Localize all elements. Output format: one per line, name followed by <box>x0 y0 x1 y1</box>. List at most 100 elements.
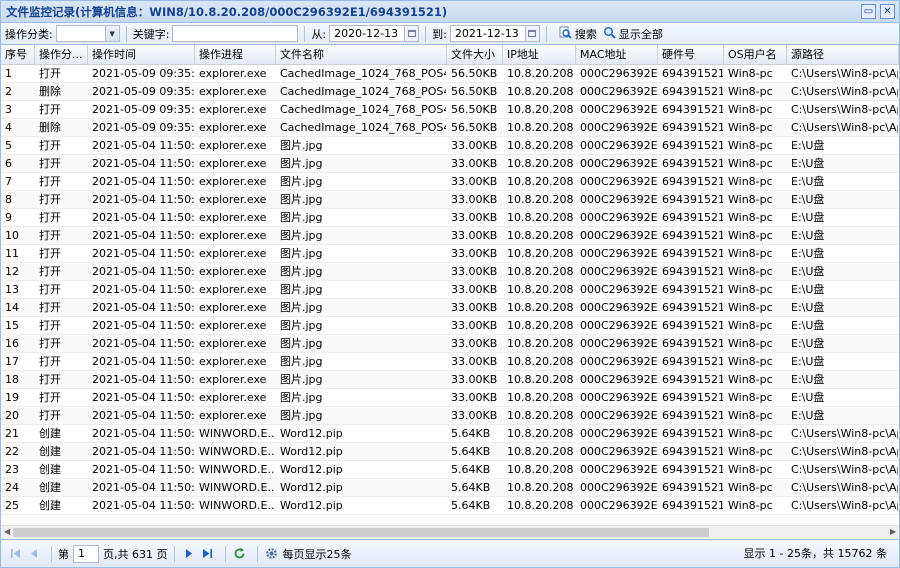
table-cell: Win8-pc <box>728 193 773 206</box>
search-label: 搜索 <box>574 27 597 41</box>
chevron-down-icon[interactable]: ▼ <box>104 26 119 41</box>
table-cell: E:\U盘 <box>791 139 825 152</box>
column-header[interactable]: 操作进程 <box>195 45 276 64</box>
table-cell: 33.00KB <box>451 247 498 260</box>
table-cell: 10.8.20.208 <box>507 121 574 134</box>
table-row[interactable]: 20 打开 2021-05-04 11:50:01 explorer.exe 图片.jp… <box>1 407 899 425</box>
refresh-icon[interactable] <box>232 546 248 562</box>
table-row[interactable]: 13 打开 2021-05-04 11:50:01 explorer.exe 图片.jp… <box>1 281 899 299</box>
table-row[interactable]: 22 创建 2021-05-04 11:50:00 WINWORD.E... Word1… <box>1 443 899 461</box>
table-cell: 2021-05-04 11:50:01 <box>92 319 195 332</box>
table-cell: 图片.jpg <box>280 301 323 314</box>
table-cell: 图片.jpg <box>280 409 323 422</box>
table-cell: explorer.exe <box>199 301 267 314</box>
table-row[interactable]: 23 创建 2021-05-04 11:50:00 WINWORD.E... Word1… <box>1 461 899 479</box>
to-date-field[interactable]: 2021-12-13 <box>449 25 540 42</box>
calendar-icon[interactable] <box>404 26 419 41</box>
table-row[interactable]: 12 打开 2021-05-04 11:50:01 explorer.exe 图片.jp… <box>1 263 899 281</box>
table-row[interactable]: 18 打开 2021-05-04 11:50:01 explorer.exe 图片.jp… <box>1 371 899 389</box>
column-header[interactable]: MAC地址 <box>576 45 658 64</box>
table-cell: 10.8.20.208 <box>507 85 574 98</box>
table-row[interactable]: 8 打开 2021-05-04 11:50:01 explorer.exe 图片.jpg… <box>1 191 899 209</box>
table-cell: E:\U盘 <box>791 409 825 422</box>
column-header[interactable]: 序号 <box>1 45 35 64</box>
last-page-icon[interactable] <box>200 546 216 562</box>
page-size-label[interactable]: 每页显示25条 <box>283 546 352 562</box>
pager-separator <box>173 545 175 562</box>
first-page-icon[interactable] <box>7 546 23 562</box>
table-row[interactable]: 1 打开 2021-05-09 09:35:08 explorer.exe Cached… <box>1 65 899 83</box>
page-number-input[interactable]: 1 <box>73 544 99 563</box>
table-row[interactable]: 14 打开 2021-05-04 11:50:01 explorer.exe 图片.jp… <box>1 299 899 317</box>
table-cell: 2021-05-04 11:50:01 <box>92 247 195 260</box>
table-cell: 2021-05-04 11:50:01 <box>92 355 195 368</box>
table-cell: Win8-pc <box>728 301 773 314</box>
table-cell: 2021-05-04 11:50:01 <box>92 157 195 170</box>
table-row[interactable]: 16 打开 2021-05-04 11:50:01 explorer.exe 图片.jp… <box>1 335 899 353</box>
table-cell: C:\Users\Win8-pc\App <box>791 463 899 476</box>
next-page-icon[interactable] <box>181 546 197 562</box>
table-row[interactable]: 15 打开 2021-05-04 11:50:01 explorer.exe 图片.jp… <box>1 317 899 335</box>
table-cell: explorer.exe <box>199 373 267 386</box>
table-cell: 2021-05-04 11:50:01 <box>92 373 195 386</box>
table-row[interactable]: 6 打开 2021-05-04 11:50:01 explorer.exe 图片.jpg… <box>1 155 899 173</box>
table-cell: 10.8.20.208 <box>507 445 574 458</box>
to-date-value: 2021-12-13 <box>454 27 519 40</box>
search-button[interactable]: 搜索 <box>559 26 597 42</box>
table-cell: Word12.pip <box>280 481 343 494</box>
table-cell: 2021-05-09 09:35:07 <box>92 121 195 134</box>
horizontal-scrollbar[interactable]: ◀ ▶ <box>1 525 899 539</box>
table-row[interactable]: 24 创建 2021-05-04 11:50:00 WINWORD.E... Word1… <box>1 479 899 497</box>
table-row[interactable]: 21 创建 2021-05-04 11:50:00 WINWORD.E... Word1… <box>1 425 899 443</box>
column-header[interactable]: 文件大小 <box>447 45 503 64</box>
table-cell: 33.00KB <box>451 337 498 350</box>
op-category-select[interactable]: ▼ <box>55 25 120 42</box>
column-header[interactable]: 硬件号 <box>658 45 724 64</box>
table-cell: Word12.pip <box>280 427 343 440</box>
table-cell: 10.8.20.208 <box>507 373 574 386</box>
table-row[interactable]: 3 打开 2021-05-09 09:35:07 explorer.exe Cached… <box>1 101 899 119</box>
table-cell: 000C296392E1 <box>580 283 658 296</box>
column-header[interactable]: 文件名称 <box>276 45 447 64</box>
table-row[interactable]: 25 创建 2021-05-04 11:50:00 WINWORD.E... Word1… <box>1 497 899 515</box>
scrollbar-thumb[interactable] <box>13 528 709 537</box>
table-row[interactable]: 2 删除 2021-05-09 09:35:08 explorer.exe Cached… <box>1 83 899 101</box>
records-grid: 序号 操作分... 操作时间 操作进程 文件名称 文件大小 IP地址 MAC地址 硬件号 OS用户… <box>1 45 899 539</box>
column-header[interactable]: 操作时间 <box>88 45 195 64</box>
table-cell: 创建 <box>39 463 61 476</box>
prev-page-icon[interactable] <box>26 546 42 562</box>
table-cell: 10.8.20.208 <box>507 283 574 296</box>
close-button[interactable]: ✕ <box>880 4 895 19</box>
table-row[interactable]: 7 打开 2021-05-04 11:50:01 explorer.exe 图片.jpg… <box>1 173 899 191</box>
table-cell: 7 <box>5 175 12 188</box>
table-cell: 10.8.20.208 <box>507 193 574 206</box>
table-row[interactable]: 9 打开 2021-05-04 11:50:01 explorer.exe 图片.jpg… <box>1 209 899 227</box>
table-cell: 694391521 <box>662 103 724 116</box>
calendar-icon[interactable] <box>524 26 539 41</box>
table-cell: explorer.exe <box>199 193 267 206</box>
table-cell: 33.00KB <box>451 139 498 152</box>
column-header[interactable]: IP地址 <box>503 45 576 64</box>
keyword-input[interactable] <box>172 25 299 42</box>
filter-toolbar: 操作分类: ▼ 关键字: 从: 2020-12-13 到: 2021-12-13… <box>1 23 899 45</box>
from-date-field[interactable]: 2020-12-13 <box>329 25 420 42</box>
column-header[interactable]: OS用户名 <box>724 45 787 64</box>
table-row[interactable]: 10 打开 2021-05-04 11:50:01 explorer.exe 图片.jp… <box>1 227 899 245</box>
pager-separator <box>256 545 258 562</box>
table-cell: E:\U盘 <box>791 301 825 314</box>
scroll-left-icon[interactable]: ◀ <box>4 527 10 536</box>
table-row[interactable]: 4 删除 2021-05-09 09:35:07 explorer.exe Cached… <box>1 119 899 137</box>
column-header[interactable]: 源路径 <box>787 45 899 64</box>
table-cell: 图片.jpg <box>280 193 323 206</box>
scroll-right-icon[interactable]: ▶ <box>890 527 896 536</box>
restore-button[interactable]: ▭ <box>861 4 876 19</box>
pager-separator <box>51 545 52 562</box>
table-row[interactable]: 19 打开 2021-05-04 11:50:01 explorer.exe 图片.jp… <box>1 389 899 407</box>
table-row[interactable]: 5 打开 2021-05-04 11:50:01 explorer.exe 图片.jpg… <box>1 137 899 155</box>
show-all-button[interactable]: 显示全部 <box>603 26 663 42</box>
gear-icon[interactable] <box>264 546 280 562</box>
table-cell: 17 <box>5 355 19 368</box>
table-row[interactable]: 17 打开 2021-05-04 11:50:01 explorer.exe 图片.jp… <box>1 353 899 371</box>
column-header[interactable]: 操作分... <box>35 45 88 64</box>
table-row[interactable]: 11 打开 2021-05-04 11:50:01 explorer.exe 图片.jp… <box>1 245 899 263</box>
